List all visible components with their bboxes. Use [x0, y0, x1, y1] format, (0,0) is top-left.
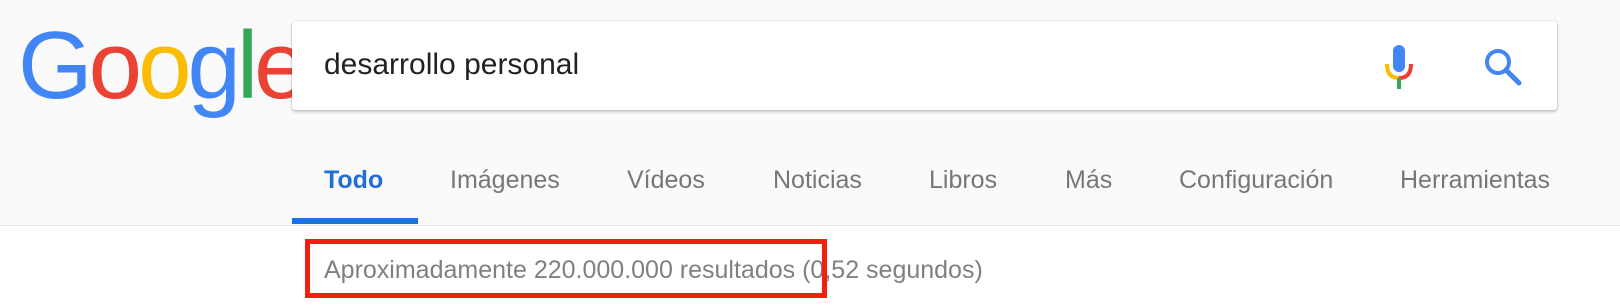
tab-todo[interactable]: Todo	[324, 166, 383, 195]
result-time: (0,52 segundos)	[802, 256, 983, 284]
active-tab-indicator	[292, 218, 418, 224]
search-header: Google desarrollo personal Todo Imágenes…	[0, 0, 1620, 226]
search-box[interactable]: desarrollo personal	[292, 21, 1557, 110]
tab-imagenes[interactable]: Imágenes	[450, 166, 560, 195]
tab-mas[interactable]: Más	[1065, 166, 1112, 195]
google-logo[interactable]: Google	[18, 12, 308, 119]
annotation-highlight-box	[305, 239, 827, 298]
logo-letter: o	[88, 12, 142, 119]
tab-noticias[interactable]: Noticias	[773, 166, 862, 195]
tab-configuracion[interactable]: Configuración	[1179, 166, 1333, 195]
magnifier-icon[interactable]	[1484, 48, 1522, 86]
microphone-icon[interactable]	[1382, 44, 1416, 90]
logo-letter: g	[187, 12, 240, 119]
logo-letter: l	[236, 12, 258, 119]
logo-letter: o	[138, 12, 191, 119]
tab-herramientas[interactable]: Herramientas	[1400, 166, 1550, 195]
search-input[interactable]: desarrollo personal	[324, 48, 579, 82]
tab-libros[interactable]: Libros	[929, 166, 997, 195]
logo-letter: G	[18, 12, 93, 119]
tab-videos[interactable]: Vídeos	[627, 166, 705, 195]
